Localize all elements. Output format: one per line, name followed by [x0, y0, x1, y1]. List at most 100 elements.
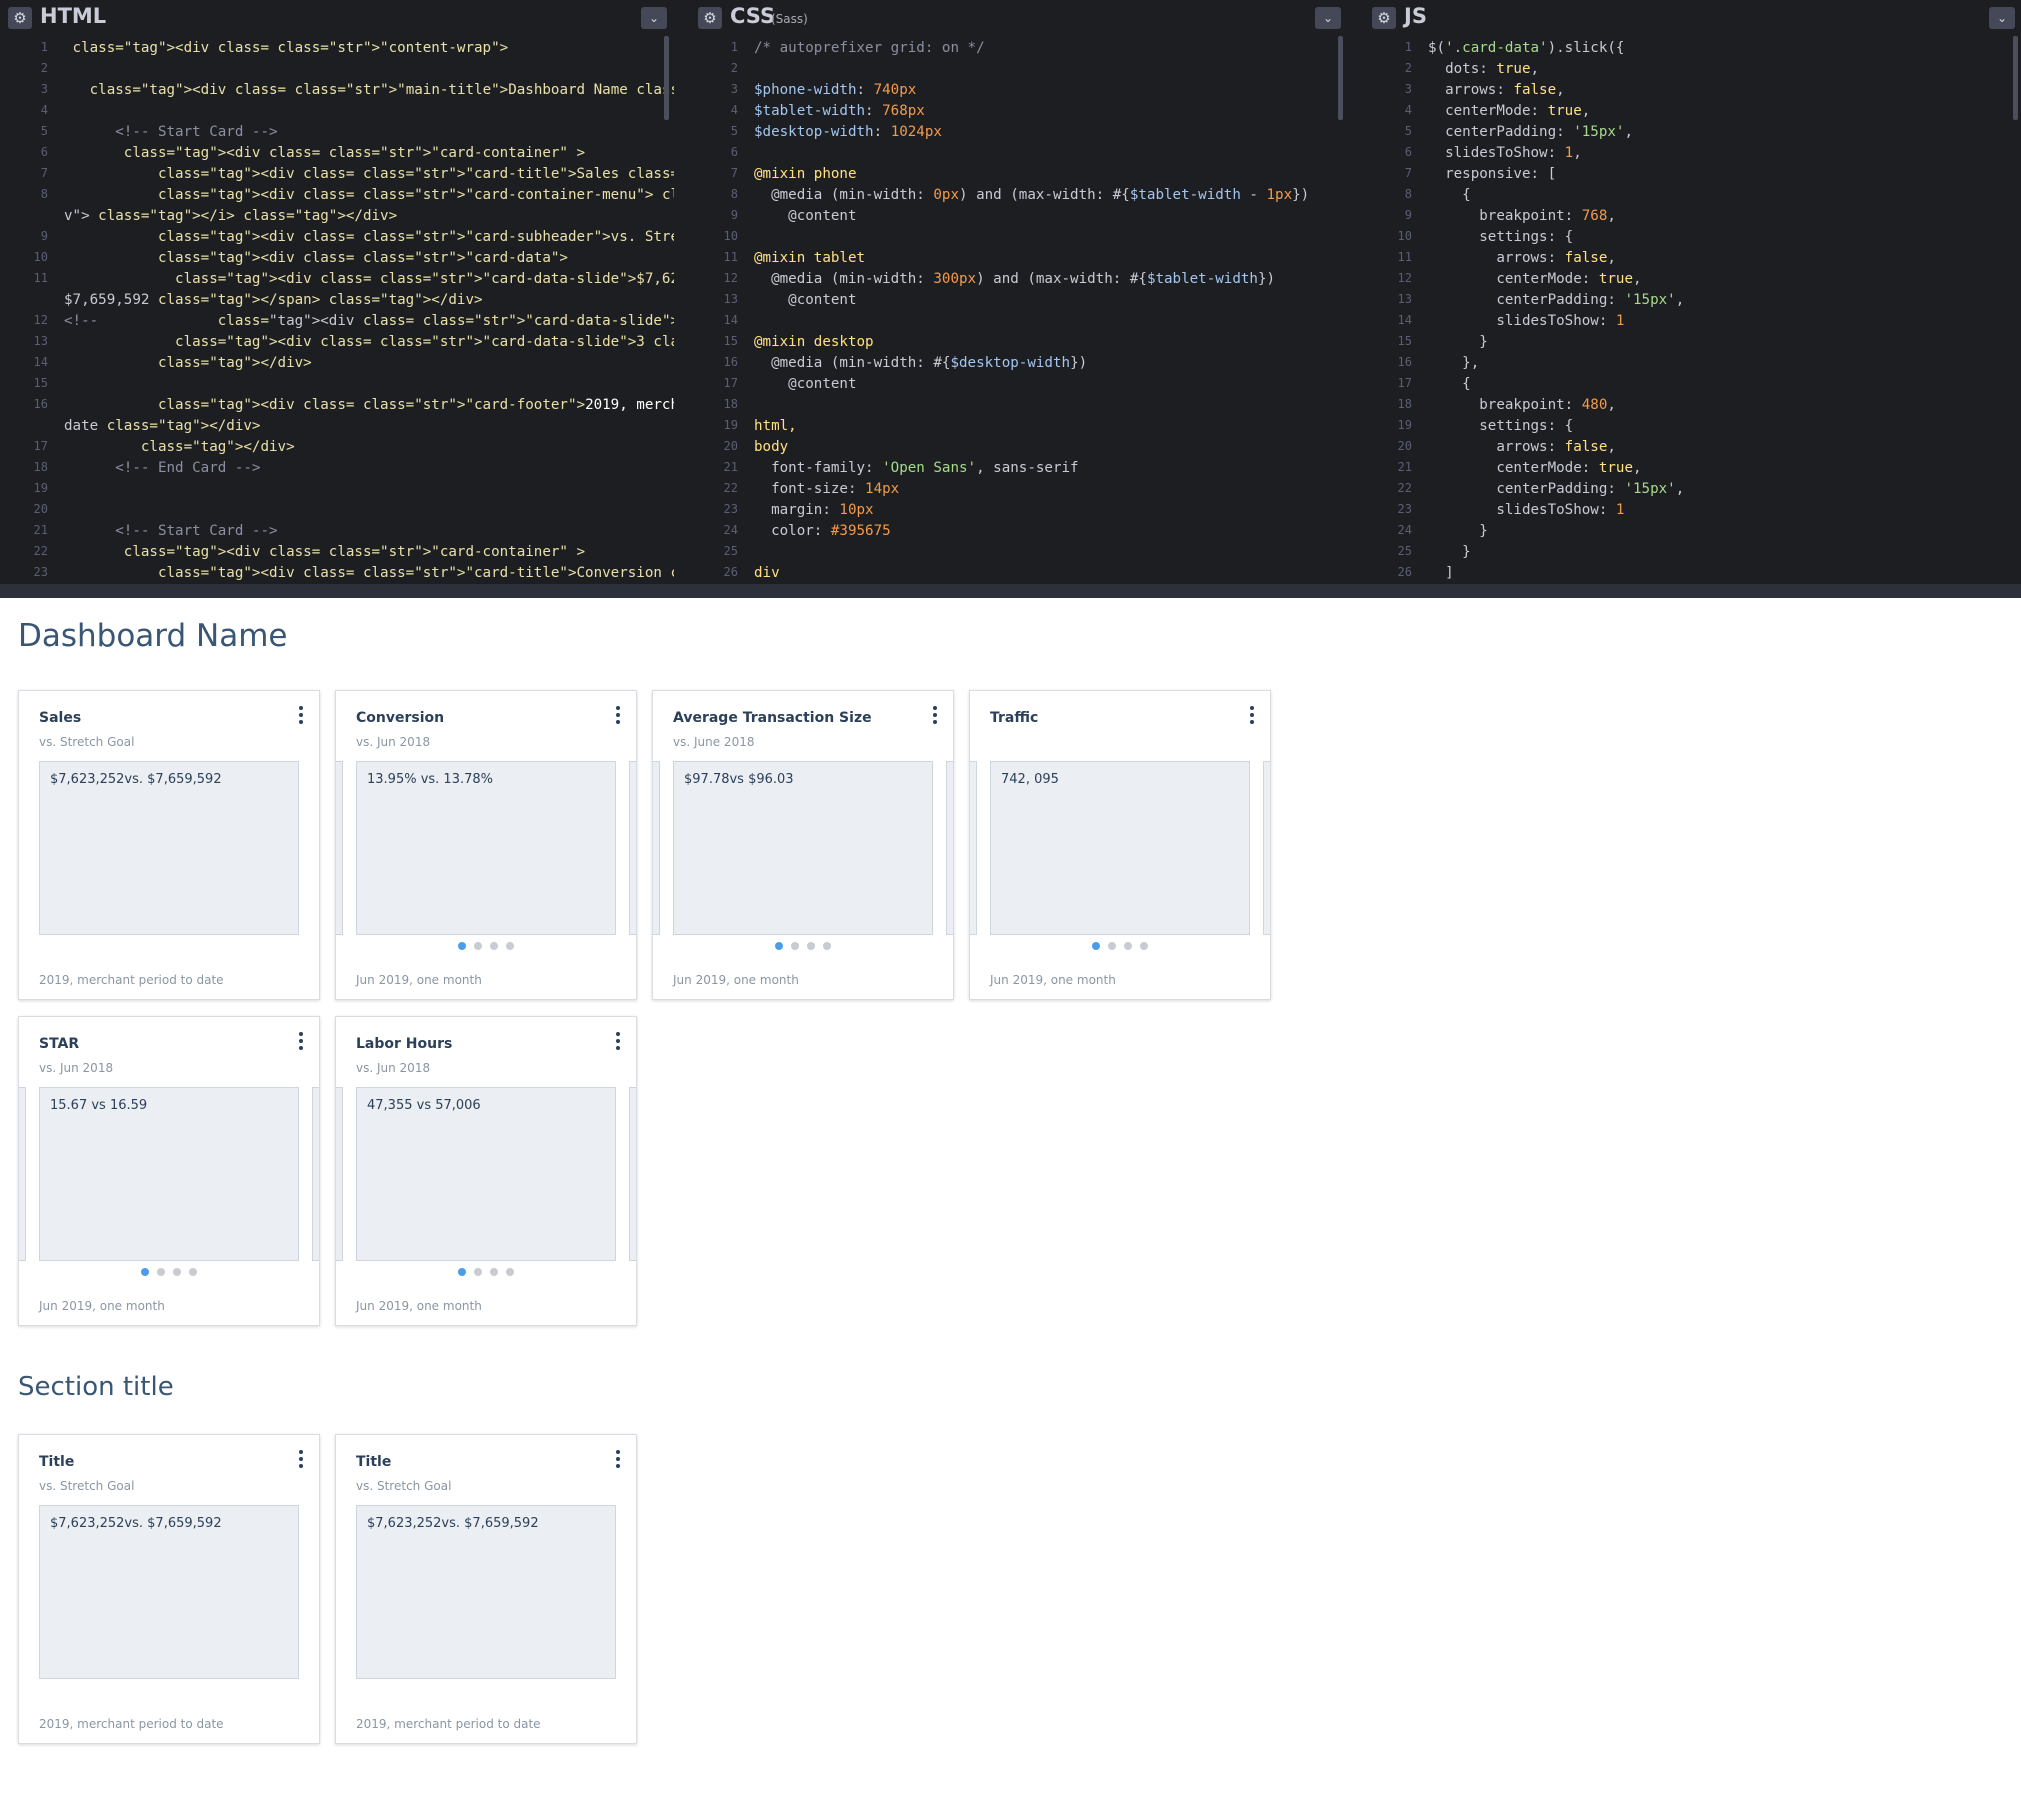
slider-dot[interactable] — [807, 942, 815, 950]
slider-dot[interactable] — [490, 1268, 498, 1276]
scrollbar[interactable] — [2013, 36, 2018, 120]
card-data-value: $7,623,252vs. $7,659,592 — [50, 772, 222, 787]
card-data-slide[interactable]: 13.95% vs. 13.78% — [356, 761, 616, 935]
code-line: class="tag"><div class= class="str">"car… — [149, 250, 568, 266]
slider-dot[interactable] — [458, 942, 466, 950]
code-line: centerPadding: '15px', — [1428, 292, 1685, 308]
gear-icon[interactable]: ⚙ — [1372, 7, 1396, 29]
code-line: class="tag"><div class= class="str">"car… — [115, 145, 586, 161]
card: Average Transaction Size vs. June 2018 $97… — [652, 690, 954, 1000]
slide-peek-right[interactable] — [629, 1087, 636, 1261]
slide-peek-right[interactable] — [629, 761, 636, 935]
chevron-down-icon[interactable]: ⌄ — [641, 7, 667, 29]
line-number: 11 — [723, 250, 738, 264]
slider-dot[interactable] — [775, 942, 783, 950]
code-line: $phone-width: 740px — [754, 82, 917, 98]
slider-dot[interactable] — [157, 1268, 165, 1276]
slide-peek-left[interactable] — [653, 761, 660, 935]
slider-dot[interactable] — [490, 942, 498, 950]
line-number: 21 — [723, 460, 738, 474]
slide-peek-left[interactable] — [336, 761, 343, 935]
gear-icon[interactable]: ⚙ — [8, 7, 32, 29]
ellipsis-vertical-icon[interactable] — [295, 1449, 307, 1469]
code-line: slidesToShow: 1, — [1428, 145, 1582, 161]
slider-dot[interactable] — [791, 942, 799, 950]
code-line: <!-- Start Card --> — [64, 124, 278, 140]
slider-dot[interactable] — [506, 1268, 514, 1276]
slider-dot[interactable] — [506, 942, 514, 950]
editor-resize-bar[interactable] — [0, 584, 2021, 598]
css-pane-header: ⚙ CSS (Sass) ⌄ — [690, 0, 1348, 36]
card-data-value: $97.78vs $96.03 — [684, 772, 794, 787]
ellipsis-vertical-icon[interactable] — [295, 705, 307, 725]
scrollbar[interactable] — [1338, 36, 1343, 120]
ellipsis-vertical-icon[interactable] — [612, 705, 624, 725]
slider-dot[interactable] — [173, 1268, 181, 1276]
html-code-area[interactable]: 1 2 3 4 5 6 7 8 9 10 11 12 13 14 15 16 17 18 19 20 21 22 23 cl… — [14, 36, 674, 584]
code-line: centerMode: true, — [1428, 271, 1642, 287]
chevron-down-icon[interactable]: ⌄ — [1989, 7, 2015, 29]
line-number: 15 — [33, 376, 48, 390]
slider-dot[interactable] — [141, 1268, 149, 1276]
html-pane-header: ⚙ HTML ⌄ — [0, 0, 674, 36]
code-line: $desktop-width: 1024px — [754, 124, 942, 140]
chevron-down-icon[interactable]: ⌄ — [1315, 7, 1341, 29]
slider-dot[interactable] — [474, 942, 482, 950]
card-subheader: vs. Jun 2018 — [356, 1061, 431, 1075]
ellipsis-vertical-icon[interactable] — [612, 1031, 624, 1051]
line-number: 15 — [1397, 334, 1412, 348]
card: Sales vs. Stretch Goal $7,623,252vs. $7,65… — [18, 690, 320, 1000]
line-number: 3 — [1404, 82, 1412, 96]
code-line: $('.card-data').slick({ — [1428, 40, 1625, 56]
card-title: Labor Hours — [356, 1036, 453, 1052]
code-line: class="tag"></div> — [132, 439, 295, 455]
ellipsis-vertical-icon[interactable] — [1246, 705, 1258, 725]
slider-dot[interactable] — [189, 1268, 197, 1276]
card-data-slide[interactable]: $7,623,252vs. $7,659,592 — [356, 1505, 616, 1679]
slide-peek-right[interactable] — [1263, 761, 1270, 935]
slider-dot[interactable] — [823, 942, 831, 950]
card-data-slide[interactable]: 47,355 vs 57,006 — [356, 1087, 616, 1261]
gear-icon[interactable]: ⚙ — [698, 7, 722, 29]
code-line: html, — [754, 418, 797, 434]
line-number: 13 — [1397, 292, 1412, 306]
line-number: 26 — [723, 565, 738, 579]
slider-dot[interactable] — [1108, 942, 1116, 950]
slider-dot[interactable] — [458, 1268, 466, 1276]
card-title: STAR — [39, 1036, 80, 1052]
scrollbar[interactable] — [664, 36, 669, 120]
ellipsis-vertical-icon[interactable] — [295, 1031, 307, 1051]
css-code-area[interactable]: 1 2 3 4 5 6 7 8 9 10 11 12 13 14 15 16 17 18 19 20 21 22 23 24 2… — [704, 36, 1348, 584]
line-number: 16 — [33, 397, 48, 411]
js-code-area[interactable]: 1 2 3 4 5 6 7 8 9 10 11 12 13 14 15 16 17 18 19 20 21 22 23 24 2… — [1378, 36, 2021, 584]
card-subheader: vs. Stretch Goal — [39, 1479, 135, 1493]
card-data-slide[interactable]: $97.78vs $96.03 — [673, 761, 933, 935]
line-number: 17 — [1397, 376, 1412, 390]
line-number: 10 — [1397, 229, 1412, 243]
line-number: 23 — [1397, 502, 1412, 516]
ellipsis-vertical-icon[interactable] — [929, 705, 941, 725]
slider-dot[interactable] — [1140, 942, 1148, 950]
code-line: @media (min-width: #{$desktop-width}) — [754, 355, 1088, 371]
card-data-slide[interactable]: 742, 095 — [990, 761, 1250, 935]
css-pane: ⚙ CSS (Sass) ⌄ 1 2 3 4 5 6 7 8 9 10 11 12 13 14 15 16 17… — [690, 0, 1348, 584]
line-number: 23 — [33, 565, 48, 579]
slide-peek-right[interactable] — [312, 1087, 319, 1261]
ellipsis-vertical-icon[interactable] — [612, 1449, 624, 1469]
card-data-slide[interactable]: 15.67 vs 16.59 — [39, 1087, 299, 1261]
slide-peek-left[interactable] — [336, 1087, 343, 1261]
slide-peek-right[interactable] — [946, 761, 953, 935]
code-line: @content — [754, 376, 857, 392]
line-number: 2 — [40, 61, 48, 75]
code-line: } — [1428, 523, 1488, 539]
line-number: 6 — [40, 145, 48, 159]
code-line: @mixin desktop — [754, 334, 874, 350]
slide-peek-left[interactable] — [19, 1087, 26, 1261]
card-data-slide[interactable]: $7,623,252vs. $7,659,592 — [39, 761, 299, 935]
slide-peek-left[interactable] — [970, 761, 977, 935]
pane-title: JS — [1404, 4, 1427, 28]
slider-dot[interactable] — [1124, 942, 1132, 950]
slider-dot[interactable] — [474, 1268, 482, 1276]
card-data-slide[interactable]: $7,623,252vs. $7,659,592 — [39, 1505, 299, 1679]
slider-dot[interactable] — [1092, 942, 1100, 950]
